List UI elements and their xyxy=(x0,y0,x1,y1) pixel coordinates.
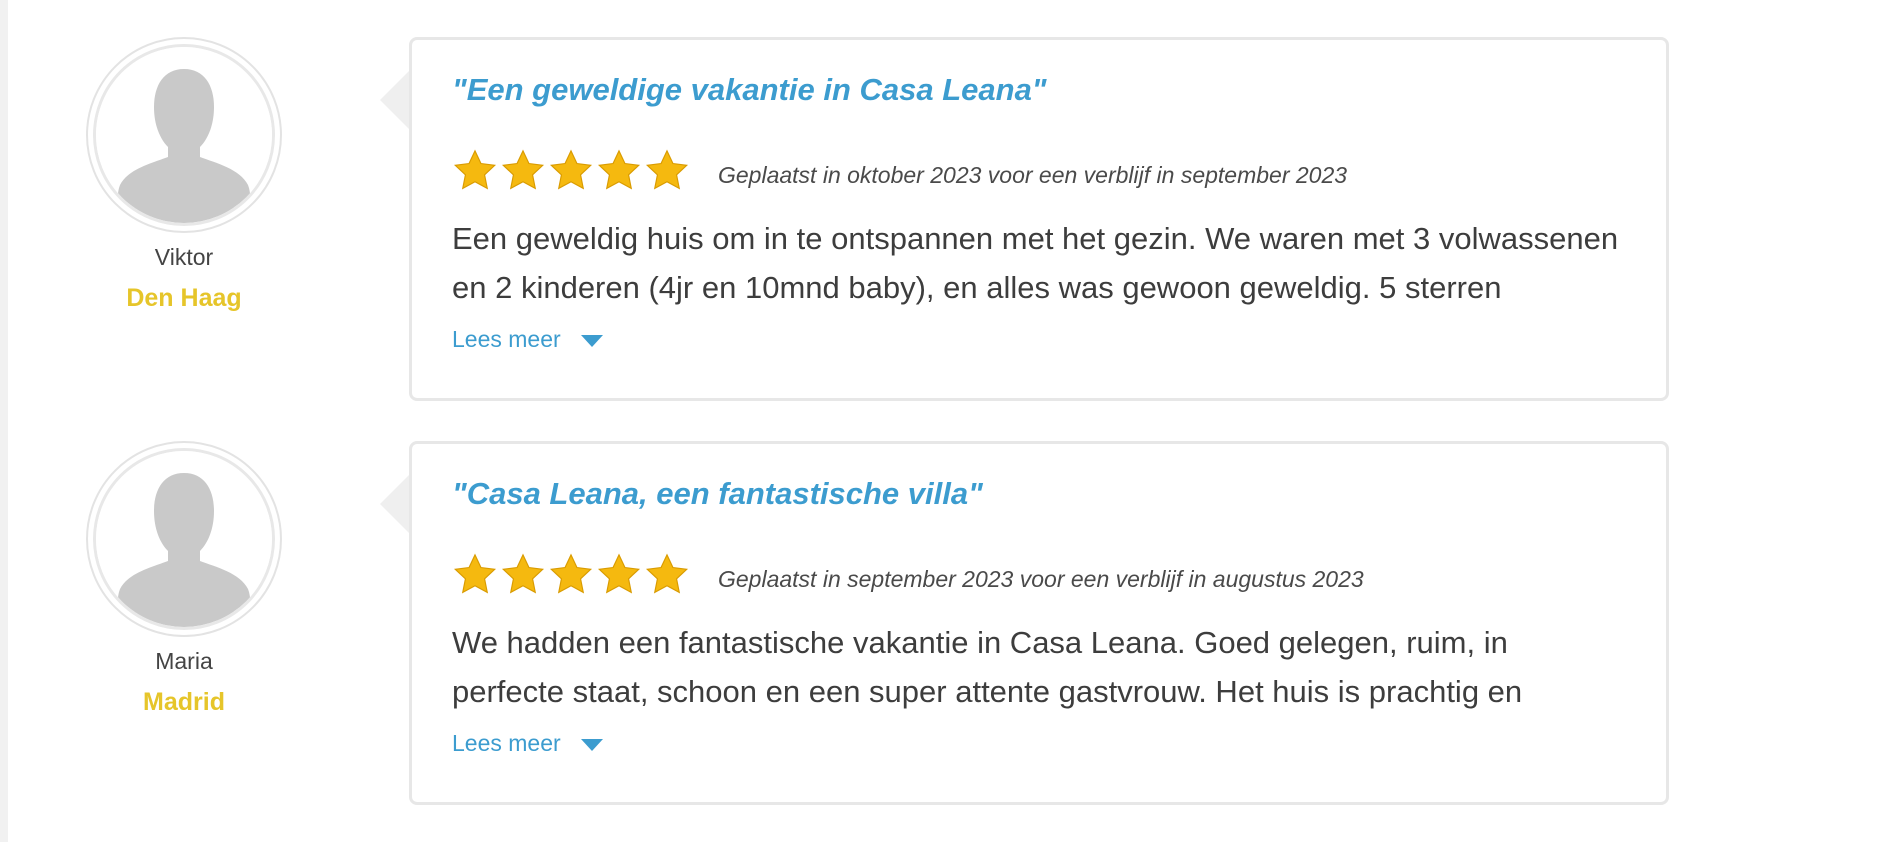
chevron-down-icon[interactable] xyxy=(580,738,603,751)
review-card: "Een geweldige vakantie in Casa Leana" G… xyxy=(409,37,1669,401)
star-icon xyxy=(645,553,689,594)
reviews-page: Viktor Den Haag "Een geweldige vakantie … xyxy=(0,0,1883,842)
star-icon xyxy=(453,553,497,594)
review-author: Maria Madrid xyxy=(84,441,284,717)
read-more-label[interactable]: Lees meer xyxy=(452,730,561,756)
user-silhouette-icon xyxy=(93,44,275,226)
user-silhouette-icon xyxy=(93,448,275,630)
star-icon xyxy=(597,149,641,190)
author-city: Den Haag xyxy=(126,284,242,312)
star-icon xyxy=(453,149,497,190)
avatar xyxy=(86,441,282,637)
review-body: Een geweldig huis om in te ontspannen me… xyxy=(452,221,1619,305)
card-pointer xyxy=(380,474,410,534)
review-title: "Een geweldige vakantie in Casa Leana" xyxy=(452,72,1047,107)
author-name: Maria xyxy=(155,648,213,674)
review-text: Een geweldig huis om in te ontspannen me… xyxy=(452,214,1627,364)
card-pointer xyxy=(380,70,410,130)
author-city: Madrid xyxy=(143,688,225,716)
author-name: Viktor xyxy=(154,244,214,270)
read-more-link[interactable]: Lees meer xyxy=(452,326,603,352)
review-text: We hadden een fantastische vakantie in C… xyxy=(452,618,1627,768)
star-rating xyxy=(452,552,690,598)
avatar xyxy=(86,37,282,233)
review-title: "Casa Leana, een fantastische villa" xyxy=(452,476,983,511)
review-card: "Casa Leana, een fantastische villa" Gep… xyxy=(409,441,1669,805)
review-author: Viktor Den Haag xyxy=(84,37,284,313)
star-icon xyxy=(549,149,593,190)
star-icon xyxy=(549,553,593,594)
star-icon xyxy=(501,149,545,190)
read-more-label[interactable]: Lees meer xyxy=(452,326,561,352)
chevron-down-icon[interactable] xyxy=(580,334,603,347)
read-more-link[interactable]: Lees meer xyxy=(452,730,603,756)
posted-date: Geplaatst in oktober 2023 voor een verbl… xyxy=(718,162,1348,188)
review-body: We hadden een fantastische vakantie in C… xyxy=(452,625,1523,709)
star-icon xyxy=(645,149,689,190)
left-edge-strip xyxy=(0,0,8,842)
star-icon xyxy=(501,553,545,594)
star-rating xyxy=(452,148,690,194)
posted-date: Geplaatst in september 2023 voor een ver… xyxy=(718,566,1364,592)
star-icon xyxy=(597,553,641,594)
